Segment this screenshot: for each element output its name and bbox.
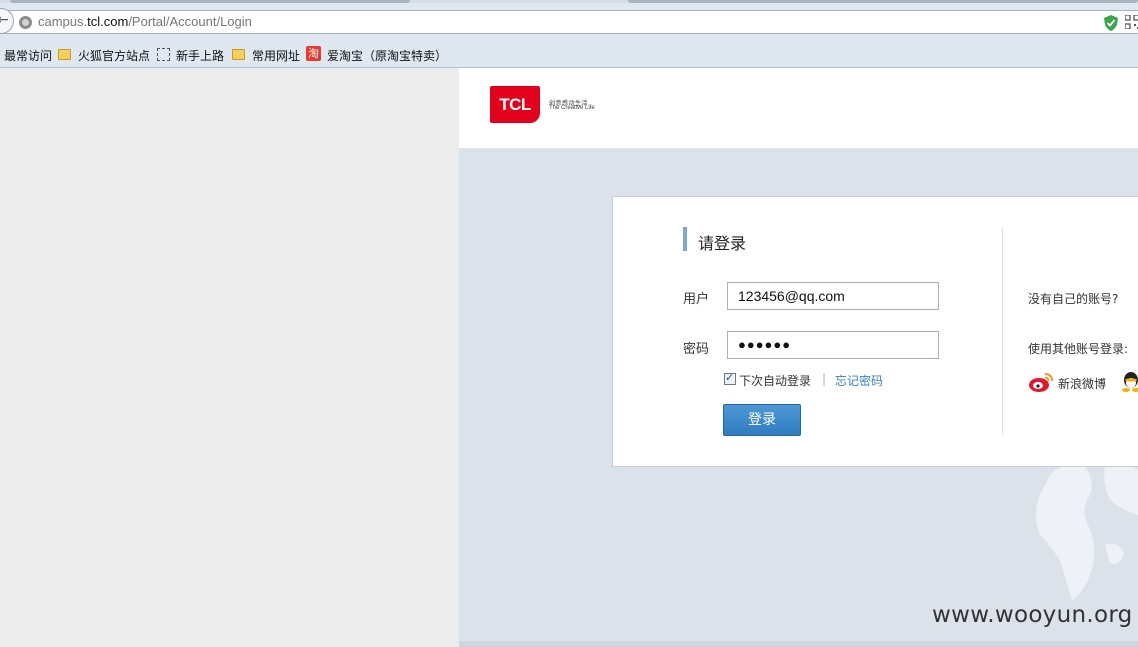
folder-icon (58, 49, 71, 60)
password-label: 密码 (683, 342, 710, 357)
username-label: 用户 (683, 292, 710, 307)
no-account-text: 没有自己的账号? (1028, 292, 1119, 306)
username-input[interactable]: 123456@qq.com (727, 282, 939, 310)
bookmark-common-sites[interactable]: 常用网址 (252, 47, 300, 64)
qq-icon[interactable] (1121, 371, 1138, 393)
page-footer-strip (459, 641, 1138, 647)
forgot-password-link[interactable]: 忘记密码 (835, 372, 883, 389)
bookmark-taobao[interactable]: 爱淘宝（原淘宝特卖） (327, 47, 447, 64)
link-separator: | (822, 372, 827, 386)
navigation-toolbar: ← campus.tcl.com/Portal/Account/Login (0, 3, 1138, 37)
other-login-text: 使用其他账号登录: (1028, 342, 1129, 356)
bookmark-getting-started[interactable]: 新手上路 (176, 47, 224, 64)
page-left-background (0, 68, 459, 647)
logo-slogan-en: The Creative Life (549, 105, 595, 111)
vertical-divider (1002, 227, 1003, 435)
url-text[interactable]: campus.tcl.com/Portal/Account/Login (38, 14, 252, 29)
weibo-icon[interactable] (1028, 371, 1054, 393)
taobao-icon: 淘 (306, 46, 321, 61)
shield-icon[interactable] (1104, 15, 1118, 31)
folder-icon (232, 49, 245, 60)
bookmark-firefox-sites[interactable]: 火狐官方站点 (78, 47, 150, 64)
back-arrow-icon: ← (0, 12, 9, 28)
bookmark-most-visited[interactable]: 最常访问 (4, 47, 52, 64)
weibo-login-link[interactable]: 新浪微博 (1058, 375, 1106, 392)
remember-checkbox[interactable] (724, 371, 736, 385)
site-identity-icon[interactable] (19, 16, 32, 29)
watermark-text: www.wooyun.org (932, 602, 1133, 628)
dashed-box-icon (157, 48, 170, 61)
login-button[interactable]: 登录 (723, 404, 801, 436)
bookmarks-toolbar: 最常访问 火狐官方站点 新手上路 常用网址 淘 爱淘宝（原淘宝特卖） (0, 37, 1138, 68)
login-title: 请登录 (698, 234, 747, 253)
login-card: 请登录 用户 123456@qq.com 密码 ●●●●●● 下次自动登录 | … (612, 196, 1138, 467)
site-header: TCL 创意感动生活 The Creative Life (459, 68, 1138, 149)
qr-code-icon[interactable] (1125, 15, 1138, 29)
title-accent-bar (683, 227, 687, 251)
password-input[interactable]: ●●●●●● (727, 331, 939, 359)
world-map-decoration (1036, 464, 1138, 600)
remember-label[interactable]: 下次自动登录 (739, 372, 811, 389)
tcl-logo[interactable]: TCL (490, 86, 540, 123)
